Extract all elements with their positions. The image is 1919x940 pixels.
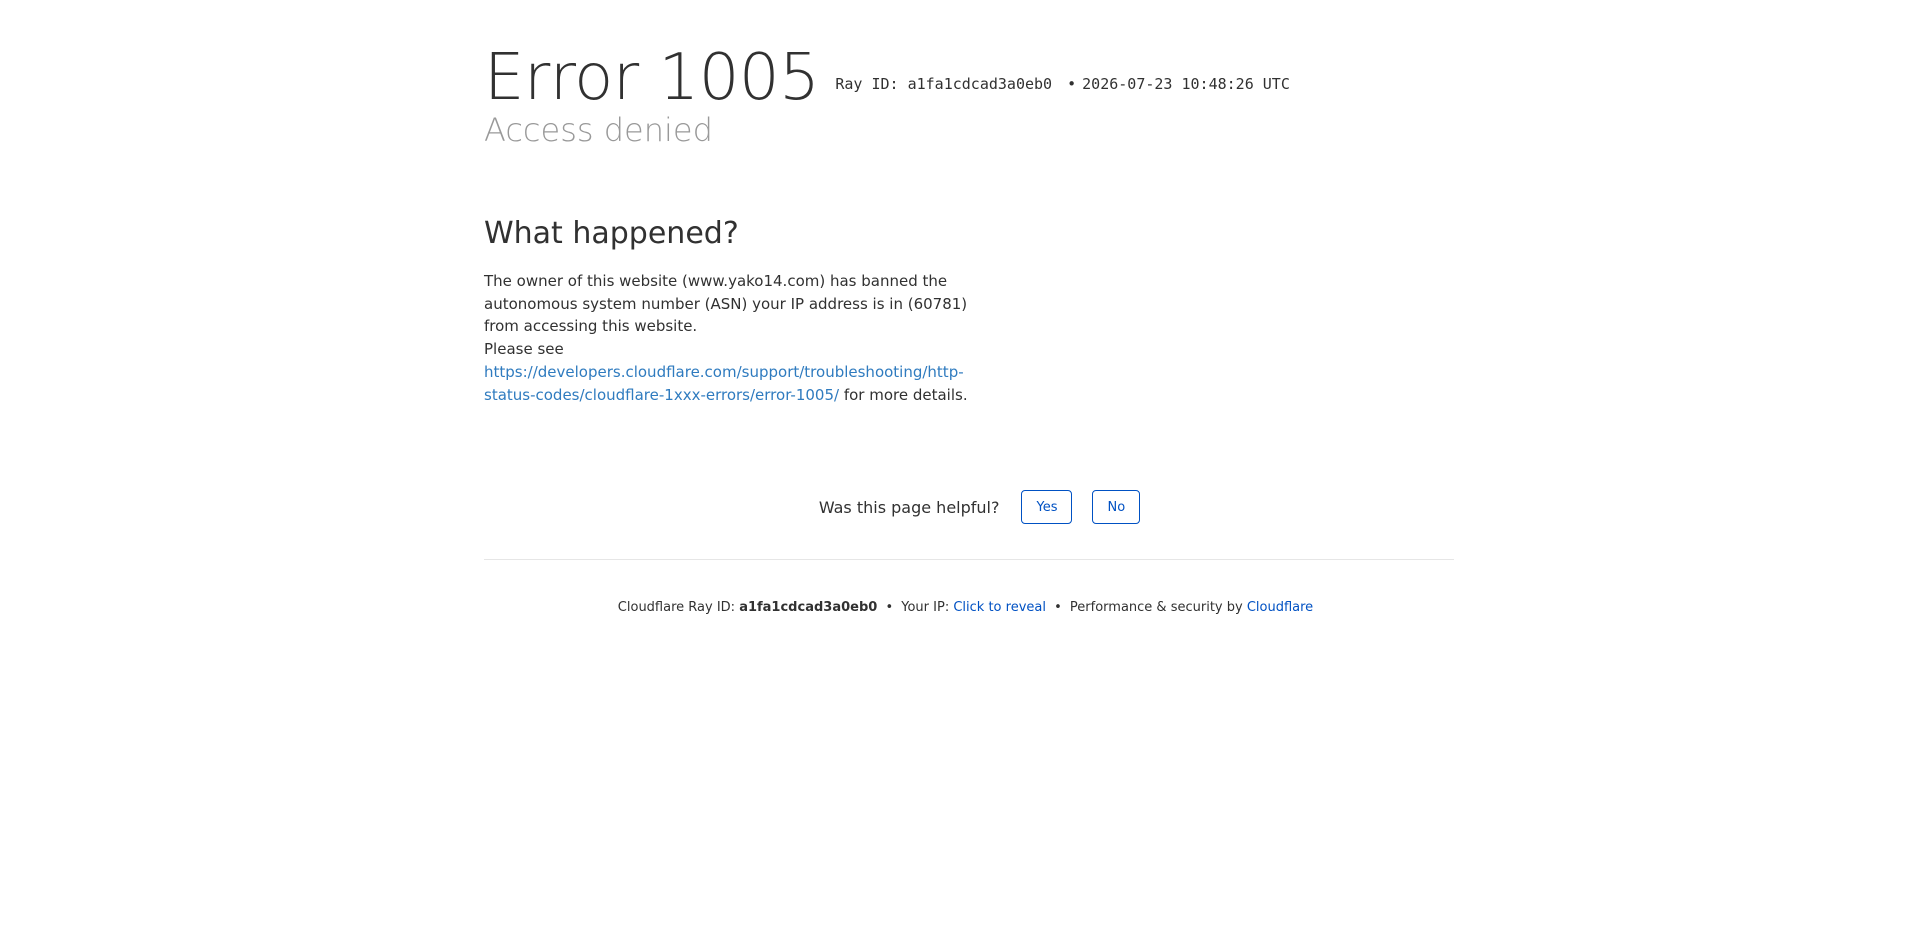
footer-bullet-1: •	[885, 600, 894, 615]
what-happened-section: What happened? The owner of this website…	[484, 212, 984, 406]
ray-id-label: Ray ID:	[835, 75, 899, 93]
no-button[interactable]: No	[1092, 490, 1141, 524]
error-title: Error 1005	[484, 41, 820, 115]
footer-bullet-2: •	[1054, 600, 1062, 615]
what-happened-body-2: Please see	[484, 340, 564, 359]
footer-divider	[484, 559, 1454, 560]
footer-ip-label: Your IP:	[901, 600, 950, 615]
yes-button[interactable]: Yes	[1021, 490, 1073, 524]
error-header: Error 1005 Ray ID: a1fa1cdcad3a0eb0 • 202…	[484, 38, 1484, 150]
ray-id-value: a1fa1cdcad3a0eb0	[907, 75, 1053, 93]
timestamp: 2026-07-23 10:48:26 UTC	[1082, 75, 1290, 93]
feedback-bar: Was this page helpful? Yes No	[0, 490, 1919, 524]
ray-meta: Ray ID: a1fa1cdcad3a0eb0 • 2026-07-23 10:…	[835, 75, 1290, 93]
footer-perf-label: Performance & security by	[1069, 600, 1243, 615]
what-happened-body-3: for more details.	[843, 385, 968, 404]
page: Error 1005 Ray ID: a1fa1cdcad3a0eb0 • 202…	[0, 0, 1919, 940]
what-happened-heading: What happened?	[484, 216, 739, 251]
bullet-separator: •	[1067, 75, 1077, 93]
feedback-question: Was this page helpful?	[818, 497, 1000, 517]
error-subtitle: Access denied	[484, 111, 713, 149]
headline: Error 1005 Ray ID: a1fa1cdcad3a0eb0 • 202…	[484, 38, 1484, 118]
what-happened-text: The owner of this website (www.yako14.co…	[484, 270, 974, 406]
what-happened-body-1: The owner of this website (www.yako14.co…	[484, 272, 968, 336]
reveal-ip-link[interactable]: Click to reveal	[953, 600, 1046, 615]
footer-ray-id: a1fa1cdcad3a0eb0	[739, 600, 878, 615]
footer: Cloudflare Ray ID: a1fa1cdcad3a0eb0 • Yo…	[0, 600, 1919, 615]
footer-ray-label: Cloudflare Ray ID:	[617, 600, 736, 615]
cloudflare-link[interactable]: Cloudflare	[1247, 600, 1313, 615]
